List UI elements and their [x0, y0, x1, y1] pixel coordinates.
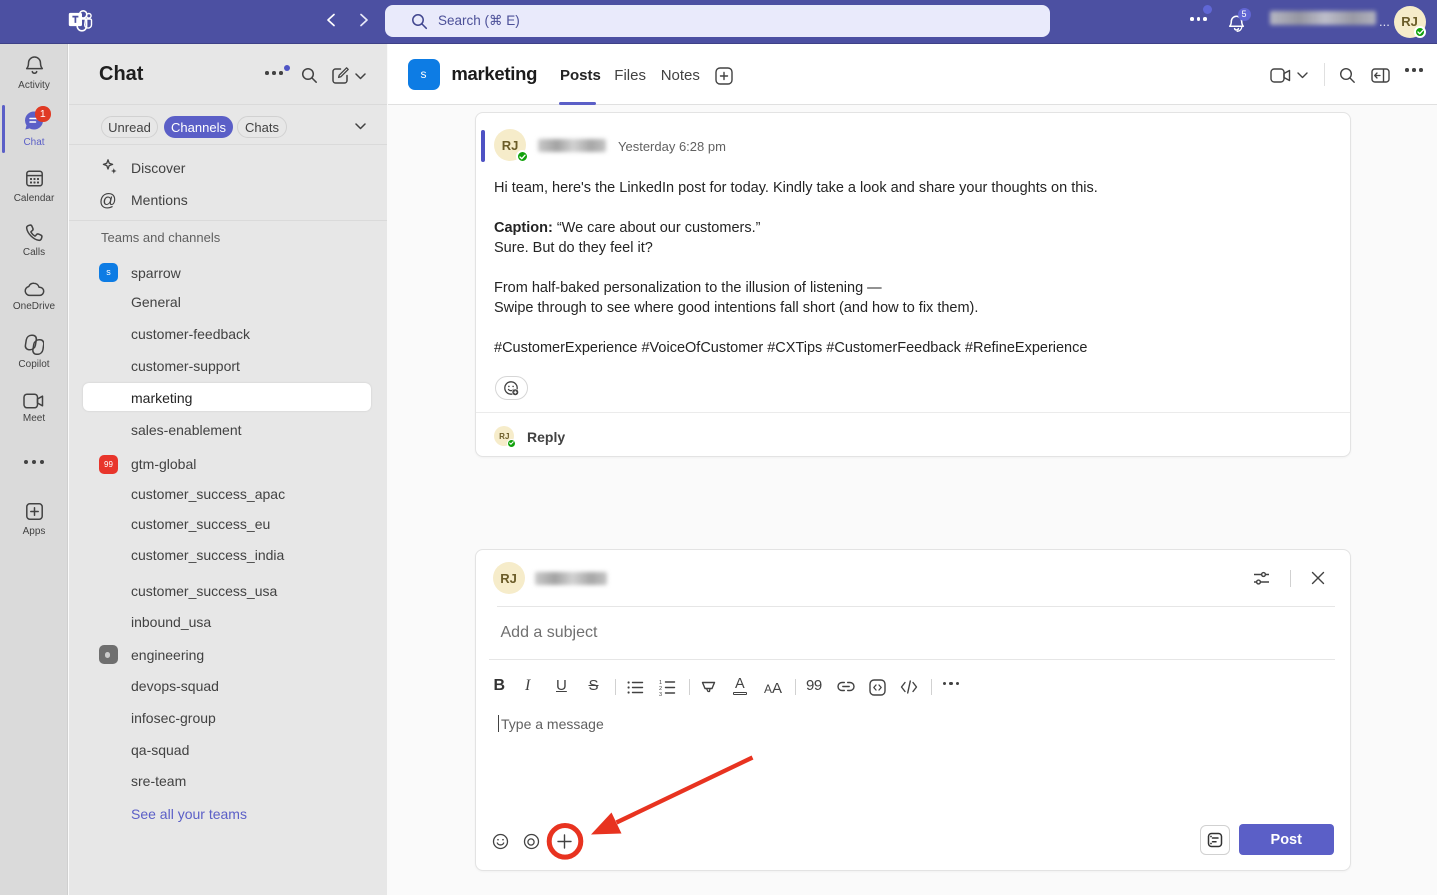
- svg-text:3: 3: [659, 692, 662, 696]
